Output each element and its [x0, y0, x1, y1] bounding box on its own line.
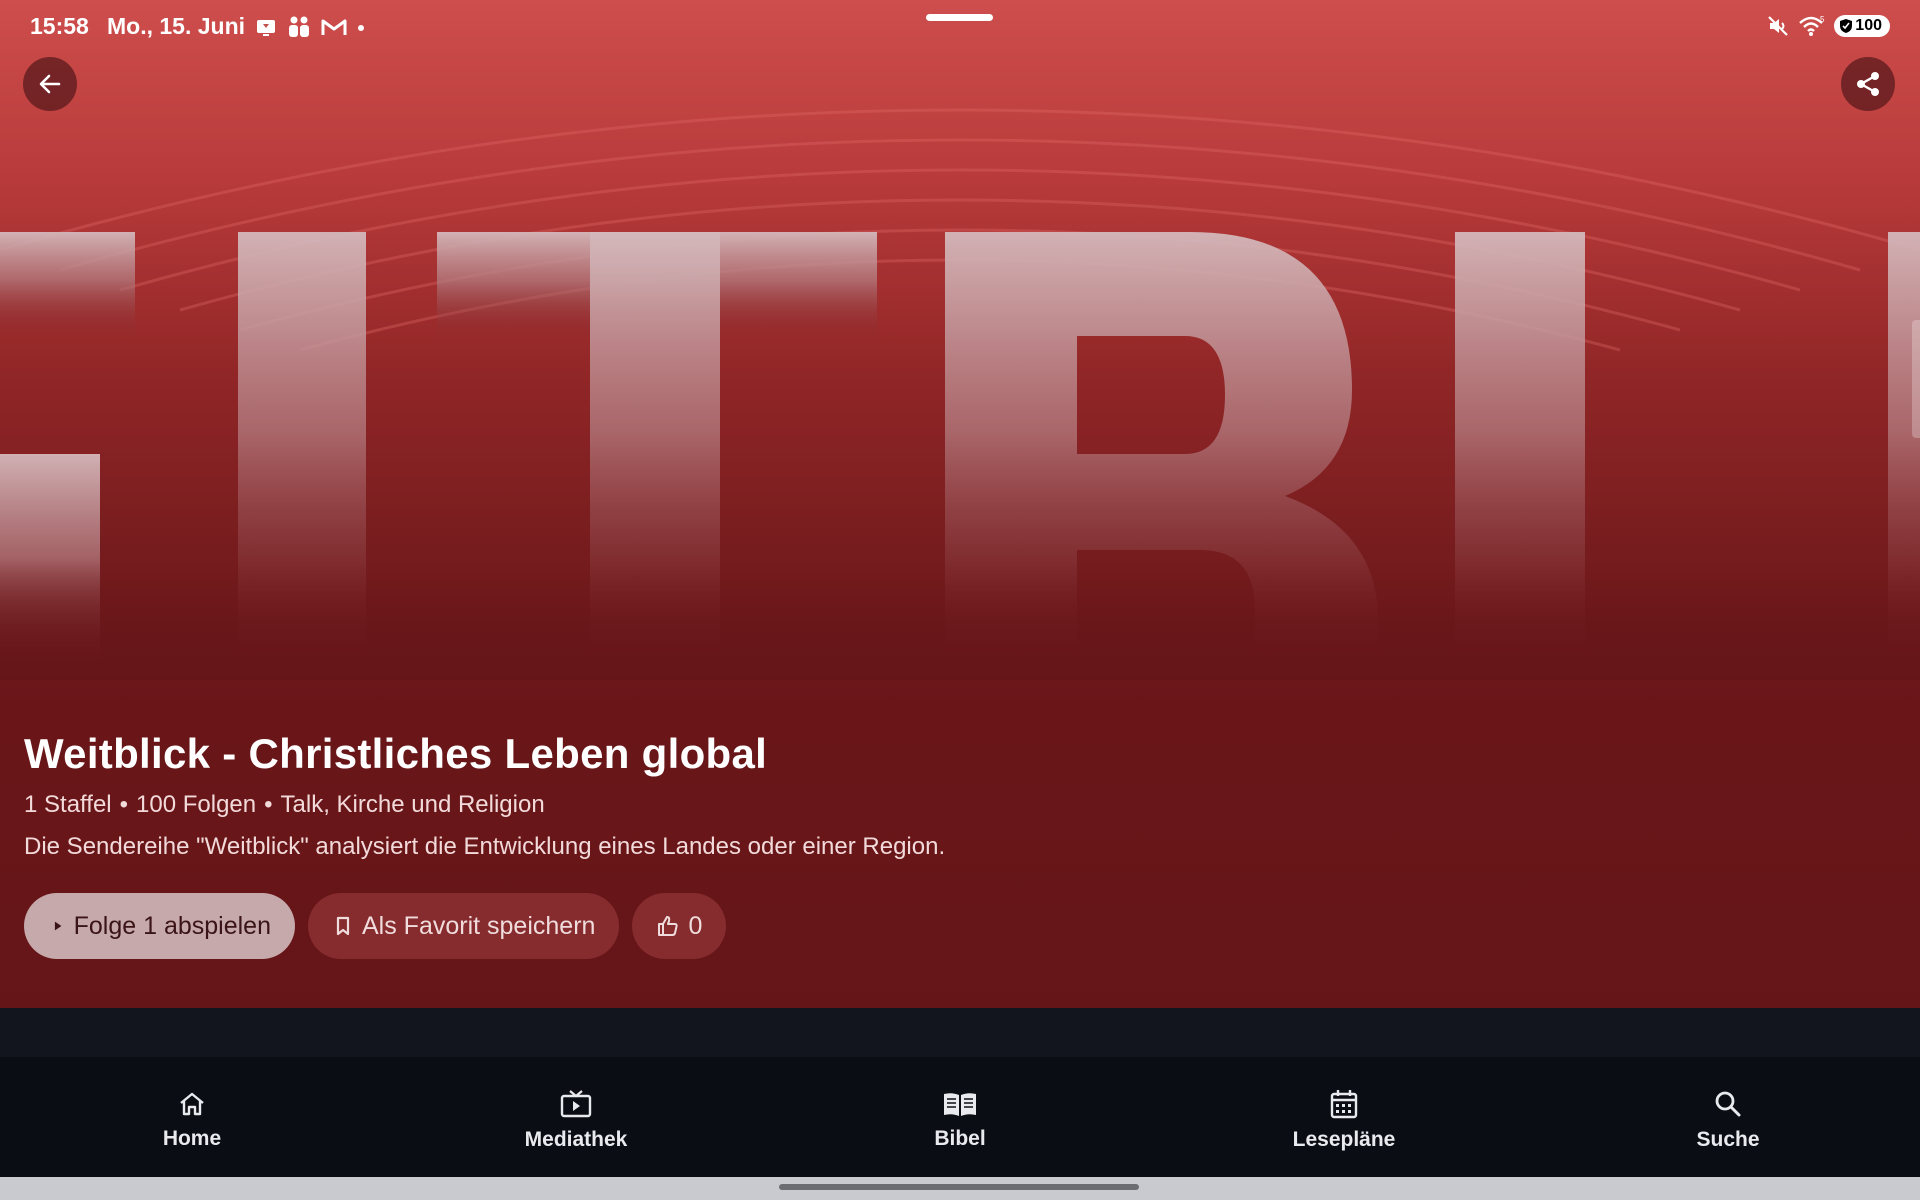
status-date: Mo., 15. Juni — [107, 13, 246, 39]
battery-level: 100 — [1855, 17, 1882, 34]
nav-label-mediathek: Mediathek — [524, 1128, 628, 1151]
share-icon — [1857, 72, 1879, 96]
shield-icon — [1840, 19, 1853, 33]
nav-item-mediathek[interactable]: Mediathek — [384, 1057, 768, 1177]
play-episode-button[interactable]: Folge 1 abspielen — [24, 893, 295, 959]
nav-label-bibel: Bibel — [934, 1127, 986, 1150]
search-icon — [1715, 1091, 1741, 1117]
nav-item-lesepläne[interactable]: Lesepläne — [1152, 1057, 1536, 1177]
multi-window-handle[interactable] — [926, 14, 993, 21]
nav-item-suche[interactable]: Suche — [1536, 1057, 1920, 1177]
play-episode-label: Folge 1 abspielen — [73, 911, 271, 940]
status-bar: 15:58 Mo., 15. Juni 5 100 — [0, 0, 1920, 54]
calendar-icon — [1330, 1090, 1358, 1119]
content-divider — [0, 1008, 1920, 1057]
bottom-navigation: Home Mediathek Bibel Lesepläne Suche — [0, 1057, 1920, 1177]
save-favorite-button[interactable]: Als Favorit speichern — [308, 893, 620, 959]
status-right-icons: 5 100 — [1766, 14, 1890, 38]
like-count: 0 — [688, 911, 703, 940]
tv-icon — [560, 1090, 592, 1118]
thumbs-up-icon — [658, 916, 679, 936]
show-meta: 1 Staffel • 100 Folgen • Talk, Kirche und Re… — [24, 791, 545, 819]
bookmark-icon — [336, 916, 350, 936]
cast-icon — [257, 20, 275, 36]
meta-separator: • — [119, 791, 129, 818]
home-gesture-bar[interactable] — [779, 1184, 1139, 1190]
back-button[interactable] — [23, 57, 77, 111]
edge-panel-handle[interactable] — [1912, 320, 1920, 438]
show-description: Die Sendereihe "Weitblick" analysiert di… — [24, 833, 946, 860]
app-screen: 15:58 Mo., 15. Juni 5 100 Weitblick - Ch… — [0, 0, 1920, 1200]
nav-label-suche: Suche — [1696, 1128, 1760, 1151]
action-buttons: Folge 1 abspielen Als Favorit speichern … — [24, 893, 727, 959]
hero-fade — [0, 560, 1920, 680]
teams-icon — [289, 16, 309, 37]
meta-separator: • — [264, 791, 273, 818]
save-favorite-label: Als Favorit speichern — [362, 911, 596, 940]
dot-icon — [358, 25, 364, 31]
status-time: 15:58 — [30, 13, 89, 39]
notification-icons — [254, 14, 366, 40]
wifi-icon: 5 — [1799, 15, 1825, 36]
mute-icon — [1768, 16, 1789, 36]
home-icon — [180, 1092, 204, 1116]
nav-label-lesepläne: Lesepläne — [1292, 1128, 1396, 1151]
battery-indicator: 100 — [1834, 15, 1890, 37]
nav-label-home: Home — [162, 1127, 222, 1150]
season-count: 1 Staffel — [24, 791, 112, 818]
gmail-icon — [321, 19, 347, 35]
book-icon — [944, 1093, 976, 1116]
nav-item-bibel[interactable]: Bibel — [768, 1057, 1152, 1177]
nav-item-home[interactable]: Home — [0, 1057, 384, 1177]
genre: Talk, Kirche und Religion — [280, 791, 545, 818]
episode-count: 100 Folgen — [136, 791, 257, 818]
play-icon — [54, 921, 62, 931]
like-button[interactable]: 0 — [632, 893, 727, 959]
show-title: Weitblick - Christliches Leben global — [24, 730, 768, 777]
arrow-left-icon — [39, 74, 61, 94]
svg-text:5: 5 — [1820, 15, 1825, 24]
share-button[interactable] — [1841, 57, 1895, 111]
